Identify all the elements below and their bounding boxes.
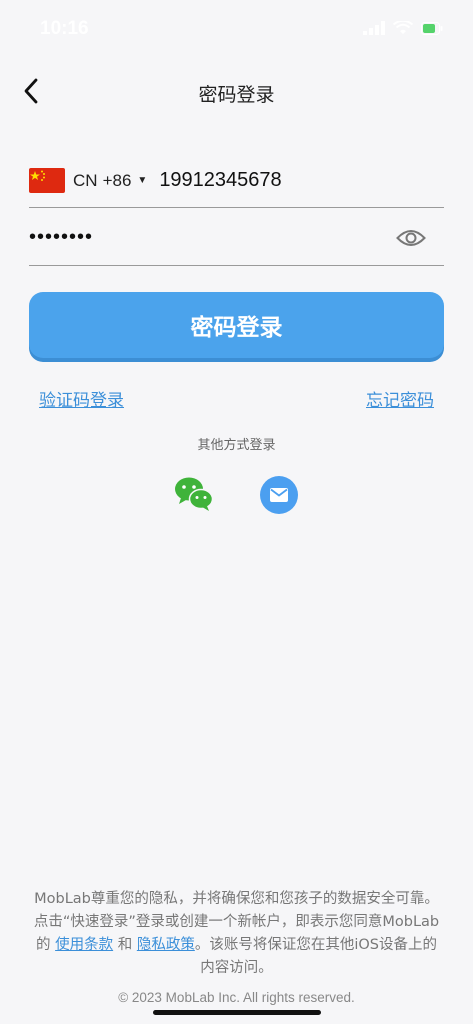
password-toggle-button[interactable]	[394, 225, 428, 251]
privacy-notice: MobLab尊重您的隐私，并将确保您和您孩子的数据安全可靠。 点击“快速登录”登…	[30, 888, 443, 980]
forgot-password-link[interactable]: 忘记密码	[366, 386, 434, 411]
password-row	[29, 210, 444, 266]
china-flag-icon	[29, 168, 65, 193]
phone-input[interactable]	[159, 160, 444, 201]
status-bar: 10:16	[0, 0, 473, 58]
phone-row: CN +86 ▼	[29, 154, 444, 208]
mail-icon	[270, 488, 288, 502]
page-title: 密码登录	[198, 84, 275, 106]
country-code: CN	[73, 170, 98, 190]
battery-icon	[421, 21, 443, 35]
wechat-login-button[interactable]	[174, 476, 214, 516]
password-input[interactable]	[29, 217, 394, 258]
privacy-text-2: 。该账号将保证您在其他iOS设备上的内容访问。	[194, 937, 437, 976]
wifi-icon	[393, 21, 413, 34]
email-login-button[interactable]	[260, 476, 298, 514]
other-login-label: 其他方式登录	[197, 438, 276, 453]
status-time: 10:16	[40, 18, 89, 39]
wechat-icon	[175, 477, 214, 511]
country-selector[interactable]: CN +86 ▼	[29, 168, 159, 193]
eye-icon	[396, 229, 426, 246]
caret-down-icon: ▼	[137, 175, 148, 186]
terms-link[interactable]: 使用条款	[55, 937, 113, 953]
sms-login-link[interactable]: 验证码登录	[39, 386, 124, 411]
status-icons	[363, 21, 443, 35]
signal-icon	[363, 21, 385, 35]
home-indicator	[153, 1010, 321, 1015]
privacy-text-and: 和	[113, 937, 137, 953]
nav-bar: 密码登录	[0, 70, 473, 114]
login-button[interactable]: 密码登录	[29, 292, 444, 358]
privacy-policy-link[interactable]: 隐私政策	[137, 937, 195, 953]
copyright: © 2023 MobLab Inc. All rights reserved.	[118, 990, 355, 1005]
dial-code: +86	[102, 170, 132, 190]
